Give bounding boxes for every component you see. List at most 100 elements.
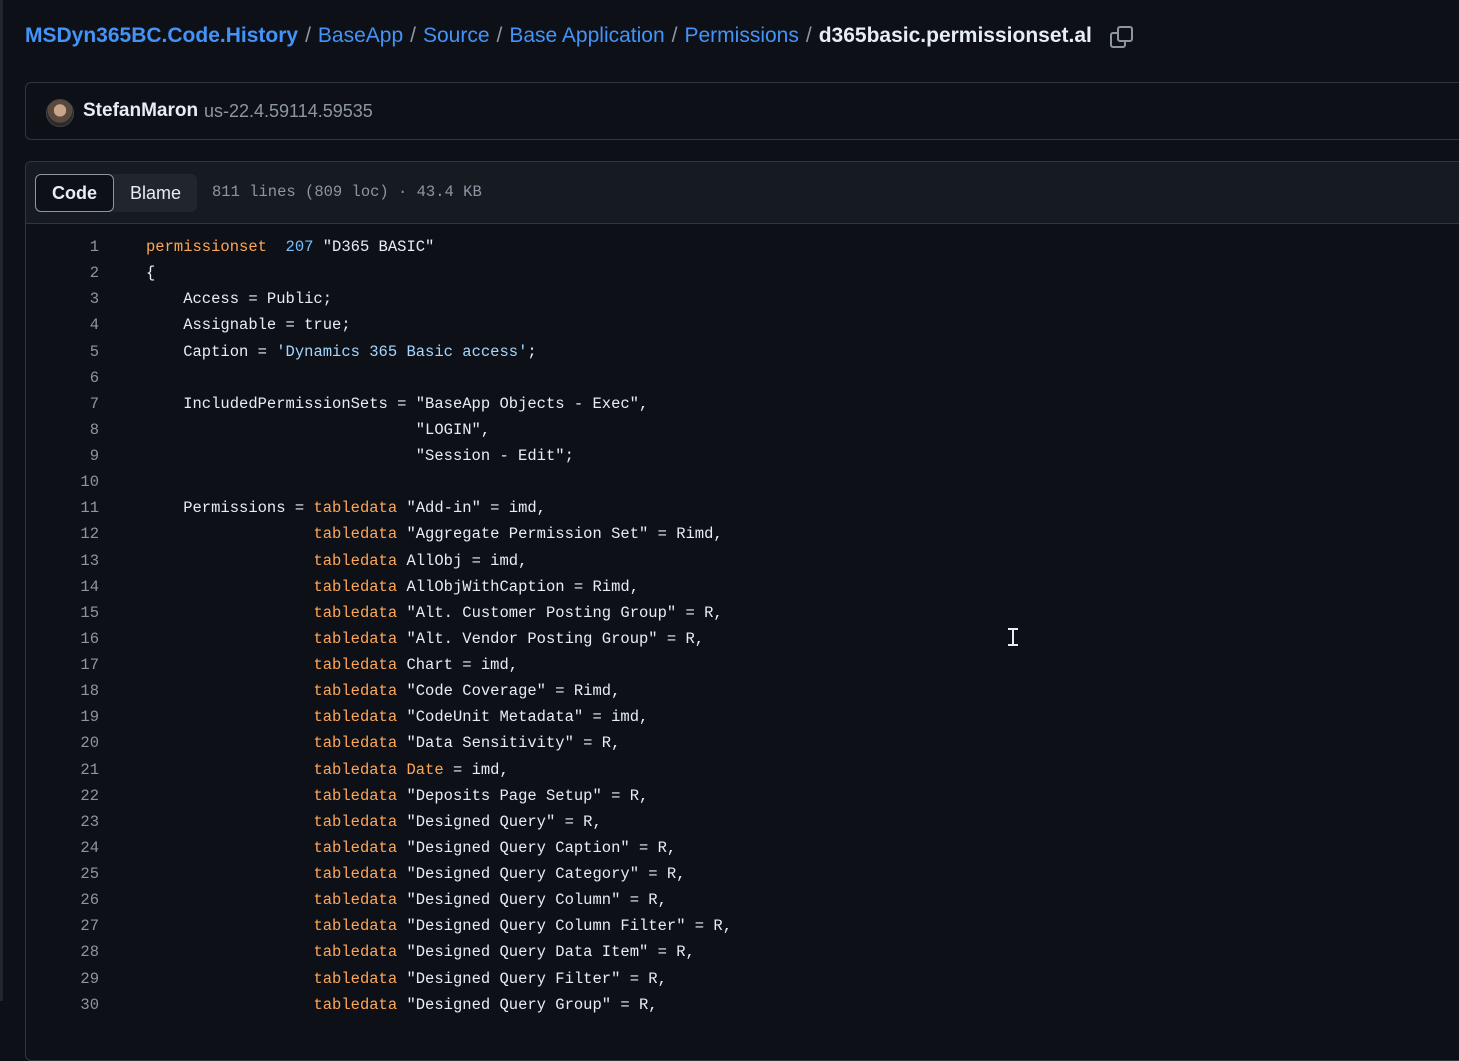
code-text: Access = Public;: [146, 290, 333, 309]
line-number[interactable]: 3: [26, 286, 99, 312]
code-text: tabledata "Data Sensitivity" = R,: [313, 734, 621, 753]
line-number[interactable]: 29: [26, 966, 99, 992]
code-line: 21 tabledata Date = imd,: [26, 757, 1459, 783]
code-text: tabledata "Designed Query Caption" = R,: [313, 838, 677, 857]
line-number[interactable]: 15: [26, 600, 99, 626]
line-number[interactable]: 21: [26, 757, 99, 783]
code-line: 6: [26, 365, 1459, 391]
code-line: 3 Access = Public;: [26, 286, 1459, 312]
text-cursor-icon: [1008, 628, 1018, 646]
code-text: tabledata AllObj = imd,: [313, 551, 528, 570]
code-line: 20 tabledata "Data Sensitivity" = R,: [26, 730, 1459, 756]
code-text: tabledata "Deposits Page Setup" = R,: [313, 786, 649, 805]
line-number[interactable]: 28: [26, 939, 99, 965]
line-number[interactable]: 14: [26, 574, 99, 600]
code-line: 2{: [26, 260, 1459, 286]
line-number[interactable]: 18: [26, 678, 99, 704]
code-text: "LOGIN",: [146, 420, 491, 439]
code-line: 25 tabledata "Designed Query Category" =…: [26, 861, 1459, 887]
line-number[interactable]: 4: [26, 312, 99, 338]
line-number[interactable]: 24: [26, 835, 99, 861]
code-line: 30 tabledata "Designed Query Group" = R,: [26, 992, 1459, 1018]
line-number[interactable]: 5: [26, 339, 99, 365]
file-header: Code Blame 811 lines (809 loc) · 43.4 KB: [26, 162, 1459, 224]
code-line: 7 IncludedPermissionSets = "BaseApp Obje…: [26, 391, 1459, 417]
line-number[interactable]: 23: [26, 809, 99, 835]
code-line: 26 tabledata "Designed Query Column" = R…: [26, 887, 1459, 913]
code-text: Assignable = true;: [146, 316, 351, 335]
code-text: tabledata "Code Coverage" = Rimd,: [313, 682, 621, 701]
code-line: 11 Permissions = tabledata "Add-in" = im…: [26, 495, 1459, 521]
view-toggle: Code Blame: [35, 174, 198, 212]
line-number[interactable]: 27: [26, 913, 99, 939]
code-text: tabledata "Designed Query Data Item" = R…: [313, 943, 695, 962]
code-line: 28 tabledata "Designed Query Data Item" …: [26, 939, 1459, 965]
breadcrumb-repo-link[interactable]: MSDyn365BC.Code.History: [25, 24, 298, 48]
code-text: Permissions = tabledata "Add-in" = imd,: [146, 499, 546, 518]
line-number[interactable]: 1: [26, 234, 99, 260]
code-line: 19 tabledata "CodeUnit Metadata" = imd,: [26, 704, 1459, 730]
code-tab-button[interactable]: Code: [35, 174, 114, 212]
line-number[interactable]: 9: [26, 443, 99, 469]
code-text: tabledata Chart = imd,: [313, 656, 519, 674]
code-text: tabledata AllObjWithCaption = Rimd,: [313, 577, 639, 596]
code-text: permissionset 207 "D365 BASIC": [146, 238, 435, 256]
code-text: tabledata "Designed Query Group" = R,: [313, 995, 658, 1014]
code-text: "Session - Edit";: [146, 447, 574, 465]
breadcrumb-separator: /: [410, 24, 416, 47]
line-number[interactable]: 6: [26, 365, 99, 391]
code-line: 10: [26, 469, 1459, 495]
code-line: 14 tabledata AllObjWithCaption = Rimd,: [26, 574, 1459, 600]
line-number[interactable]: 17: [26, 652, 99, 678]
code-view[interactable]: 1 permissionset 207 "D365 BASIC" 2{3 Acces…: [26, 224, 1459, 1018]
code-text: IncludedPermissionSets = "BaseApp Object…: [146, 394, 649, 413]
code-text: tabledata "CodeUnit Metadata" = imd,: [313, 708, 649, 727]
code-line: 18 tabledata "Code Coverage" = Rimd,: [26, 678, 1459, 704]
commit-author[interactable]: StefanMaron: [83, 100, 198, 122]
code-text: tabledata "Aggregate Permission Set" = R…: [313, 525, 723, 544]
line-number[interactable]: 13: [26, 548, 99, 574]
code-line: 1 permissionset 207 "D365 BASIC": [26, 234, 1459, 260]
line-number[interactable]: 25: [26, 861, 99, 887]
code-text: tabledata "Designed Query Column" = R,: [313, 891, 667, 910]
line-number[interactable]: 16: [26, 626, 99, 652]
code-line: 12 tabledata "Aggregate Permission Set" …: [26, 521, 1459, 547]
breadcrumb-link-permissions[interactable]: Permissions: [685, 24, 799, 48]
code-line: 17 tabledata Chart = imd,: [26, 652, 1459, 678]
file-info: 811 lines (809 loc) · 43.4 KB: [212, 183, 482, 201]
breadcrumb-link-baseapp[interactable]: BaseApp: [318, 24, 403, 48]
line-number[interactable]: 12: [26, 521, 99, 547]
avatar[interactable]: [46, 99, 74, 127]
breadcrumb-link-source[interactable]: Source: [423, 24, 490, 48]
file-viewer: Code Blame 811 lines (809 loc) · 43.4 KB…: [25, 161, 1459, 1061]
breadcrumb: MSDyn365BC.Code.History / BaseApp / Sour…: [25, 22, 1133, 50]
breadcrumb-separator: /: [671, 24, 678, 47]
code-line: 22 tabledata "Deposits Page Setup" = R,: [26, 783, 1459, 809]
breadcrumb-current-file: d365basic.permissionset.al: [818, 24, 1092, 47]
copy-path-icon[interactable]: [1109, 25, 1133, 48]
code-text: tabledata "Alt. Customer Posting Group" …: [313, 603, 723, 622]
code-text: tabledata "Designed Query Column Filter"…: [313, 917, 733, 936]
code-line: 15 tabledata "Alt. Customer Posting Grou…: [26, 600, 1459, 626]
left-border: [0, 0, 3, 1001]
breadcrumb-link-base-application[interactable]: Base Application: [509, 24, 664, 48]
breadcrumb-separator: /: [805, 24, 812, 47]
line-number[interactable]: 22: [26, 783, 99, 809]
line-number[interactable]: 8: [26, 417, 99, 443]
code-line: 4 Assignable = true;: [26, 312, 1459, 338]
line-number[interactable]: 26: [26, 887, 99, 913]
line-number[interactable]: 11: [26, 495, 99, 521]
line-number[interactable]: 19: [26, 704, 99, 730]
code-line: 24 tabledata "Designed Query Caption" = …: [26, 835, 1459, 861]
line-number[interactable]: 2: [26, 260, 99, 286]
breadcrumb-separator: /: [496, 24, 503, 47]
line-number[interactable]: 30: [26, 992, 99, 1018]
code-text: tabledata "Alt. Vendor Posting Group" = …: [313, 629, 705, 648]
commit-ref[interactable]: us-22.4.59114.59535: [204, 101, 373, 122]
line-number[interactable]: 7: [26, 391, 99, 417]
line-number[interactable]: 10: [26, 469, 99, 495]
line-number[interactable]: 20: [26, 730, 99, 756]
code-line: 29 tabledata "Designed Query Filter" = R…: [26, 966, 1459, 992]
blame-tab-button[interactable]: Blame: [114, 174, 197, 212]
code-text: Caption = 'Dynamics 365 Basic access';: [146, 342, 537, 361]
